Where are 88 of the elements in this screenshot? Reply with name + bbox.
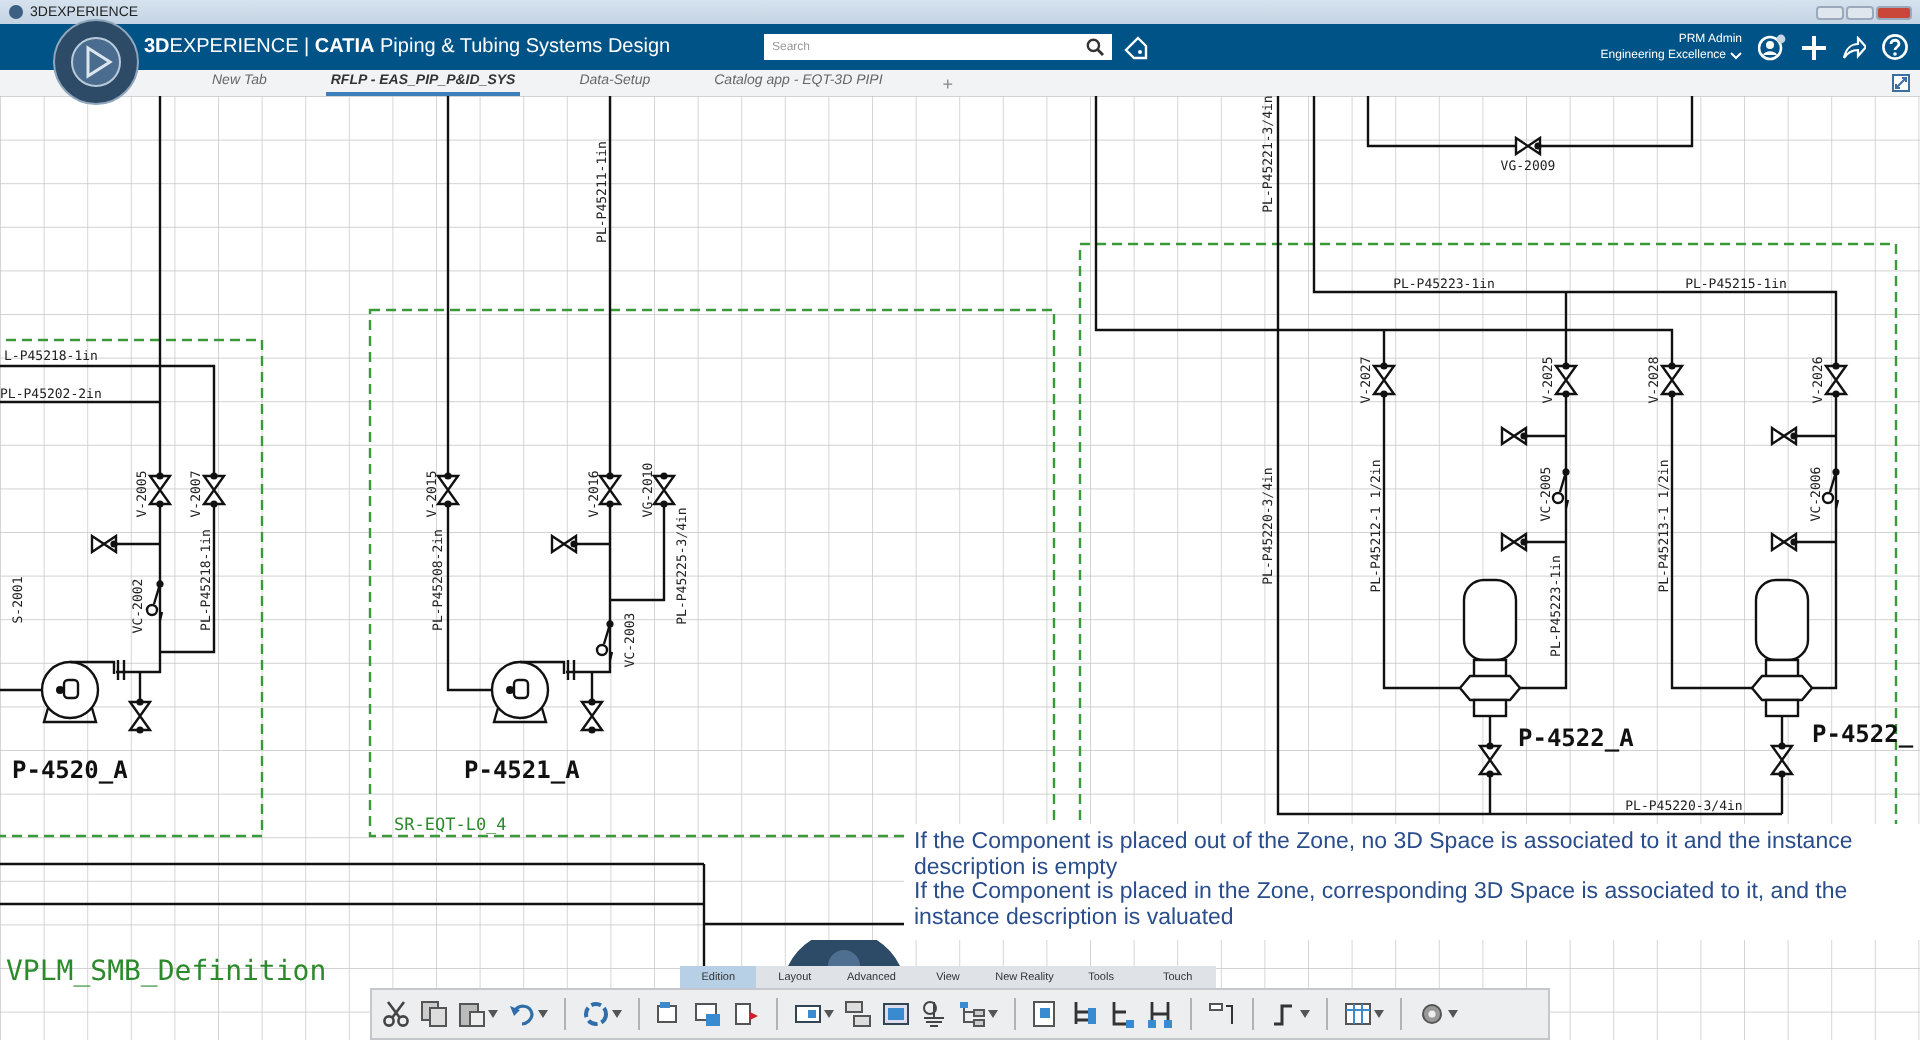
valve-icon xyxy=(579,698,605,734)
close-button[interactable] xyxy=(1876,5,1912,19)
valve-icon xyxy=(1823,362,1849,398)
caret-icon xyxy=(488,1010,498,1018)
share-icon[interactable] xyxy=(1842,35,1866,59)
toolbar-button[interactable] xyxy=(956,998,1000,1030)
valve-icon xyxy=(1553,362,1579,398)
sheet-icon xyxy=(732,1000,760,1028)
scissors-icon xyxy=(382,1000,410,1028)
undo-icon xyxy=(508,1000,536,1028)
paste-icon xyxy=(458,1000,486,1028)
caret-icon xyxy=(824,1010,834,1018)
toolbar-button[interactable] xyxy=(1342,998,1386,1030)
ground-icon xyxy=(920,1000,948,1028)
toolbar-button[interactable] xyxy=(1206,998,1238,1030)
panel-icon xyxy=(794,1000,822,1028)
pipe-route-icon xyxy=(1270,1000,1298,1028)
valve-icon xyxy=(651,472,677,508)
check-valve-icon xyxy=(145,578,164,622)
toolbar-button[interactable] xyxy=(1144,998,1176,1030)
definition-label: VPLM_SMB_Definition xyxy=(6,956,327,988)
chevron-down-icon[interactable] xyxy=(1730,51,1742,59)
toolbar-button[interactable] xyxy=(1416,998,1460,1030)
sheet-icon xyxy=(694,1000,722,1028)
frame-icon xyxy=(882,1000,910,1028)
toolbar-button[interactable] xyxy=(580,998,624,1030)
valve-icon xyxy=(147,472,173,508)
valve-icon xyxy=(550,533,578,555)
caret-icon xyxy=(1300,1010,1310,1018)
caption-text: If the Component is placed out of the Zone, no 3D Space is associated to it and the instance description is empty xyxy=(914,830,1855,880)
caret-icon xyxy=(1374,1010,1384,1018)
valve-icon xyxy=(597,472,623,508)
equipment-tag: P-4521_A xyxy=(464,756,580,784)
toolbar-button[interactable] xyxy=(730,998,762,1030)
valve-icon xyxy=(1500,531,1528,553)
toolbar-button[interactable] xyxy=(880,998,912,1030)
branch-icon xyxy=(1070,1000,1098,1028)
caret-icon xyxy=(1448,1010,1458,1018)
toolbar-button[interactable] xyxy=(418,998,450,1030)
equipment-tag: P-4522_ xyxy=(1812,720,1914,748)
vessel-pump-drawing xyxy=(1458,578,1522,718)
valve-icon xyxy=(1770,531,1798,553)
layout-icon xyxy=(1032,1000,1060,1028)
valve-icon xyxy=(1477,742,1503,778)
toolbar-button[interactable] xyxy=(456,998,500,1030)
valve-icon xyxy=(435,472,461,508)
fit-icon[interactable] xyxy=(1892,74,1910,92)
pump-drawing xyxy=(490,658,576,724)
valve-icon xyxy=(1659,362,1685,398)
equipment-tag: P-4520_A xyxy=(12,756,128,784)
connector-icon xyxy=(1208,1000,1236,1028)
valve-icon xyxy=(1769,742,1795,778)
plus-icon[interactable] xyxy=(1802,35,1826,59)
refresh-icon xyxy=(582,1000,610,1028)
pump-drawing xyxy=(40,658,126,724)
help-icon[interactable] xyxy=(1882,34,1908,60)
valve-icon xyxy=(1514,135,1542,157)
branch-icon xyxy=(1146,1000,1174,1028)
zone-label: SR-EQT-L0_4 xyxy=(394,816,507,836)
check-valve-icon xyxy=(595,618,614,662)
valve-icon xyxy=(1770,425,1798,447)
toolbar-button[interactable] xyxy=(918,998,950,1030)
valve-icon xyxy=(1371,362,1397,398)
branch-icon xyxy=(1108,1000,1136,1028)
valve-icon xyxy=(90,533,118,555)
vessel-pump-drawing xyxy=(1750,578,1814,718)
tree-icon xyxy=(958,1000,986,1028)
toolbar-button[interactable] xyxy=(842,998,874,1030)
toolbar-button[interactable] xyxy=(380,998,412,1030)
equipment-tag: P-4522_A xyxy=(1518,724,1634,752)
valve-icon xyxy=(1500,425,1528,447)
app-logo-icon xyxy=(8,4,24,20)
caret-icon xyxy=(612,1010,622,1018)
check-valve-icon xyxy=(1821,466,1840,510)
tag-icon[interactable] xyxy=(1124,35,1148,59)
caption-text: If the Component is placed in the Zone, corresponding 3D Space is associated to it, and the instance description is valuated xyxy=(914,880,1850,930)
caret-icon xyxy=(988,1010,998,1018)
search-icon xyxy=(1086,38,1104,56)
toolbar-button[interactable] xyxy=(692,998,724,1030)
app-title: 3DEXPERIENCE | CATIA Piping & Tubing Systems Design xyxy=(144,36,673,58)
user-icon[interactable] xyxy=(1758,33,1786,61)
valve-icon xyxy=(127,698,153,734)
check-valve-icon xyxy=(1551,466,1570,510)
copy-icon xyxy=(420,1000,448,1028)
caret-icon xyxy=(538,1010,548,1018)
table-icon xyxy=(844,1000,872,1028)
valve-icon xyxy=(201,472,227,508)
grid-icon xyxy=(1344,1000,1372,1028)
